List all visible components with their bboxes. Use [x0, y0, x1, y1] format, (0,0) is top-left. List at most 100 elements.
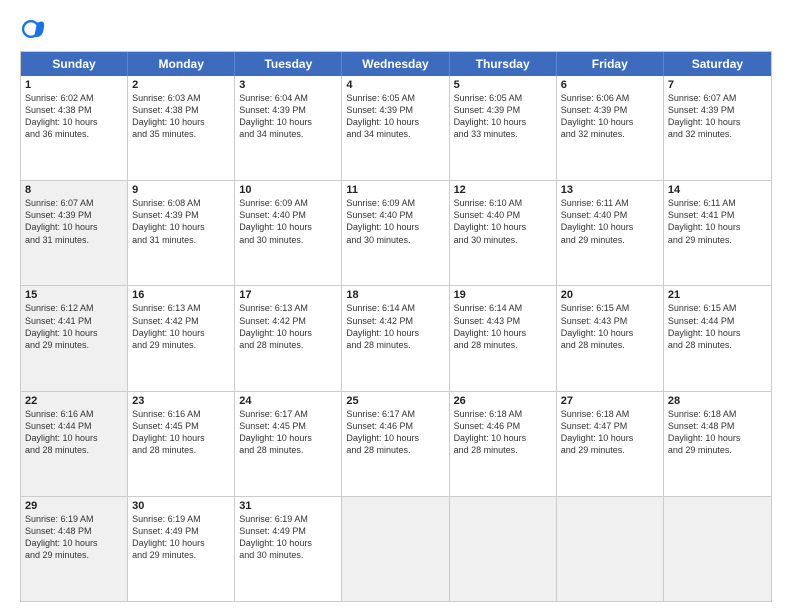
calendar-row: 8 Sunrise: 6:07 AMSunset: 4:39 PMDaylight… — [21, 180, 771, 285]
calendar-cell — [342, 497, 449, 601]
header-day-monday: Monday — [128, 52, 235, 76]
calendar-cell-4: 4 Sunrise: 6:05 AMSunset: 4:39 PMDaylight… — [342, 76, 449, 180]
day-number: 29 — [25, 500, 123, 512]
calendar-cell: 27 Sunrise: 6:18 AMSunset: 4:47 PMDayligh… — [557, 392, 664, 496]
calendar-cell: 20 Sunrise: 6:15 AMSunset: 4:43 PMDayligh… — [557, 286, 664, 390]
calendar-cell: 14Sunrise: 6:11 AMSunset: 4:41 PMDayligh… — [664, 181, 771, 285]
cell-info: Sunrise: 6:11 AMSunset: 4:40 PMDaylight:… — [561, 198, 634, 244]
calendar-cell: 13 Sunrise: 6:11 AMSunset: 4:40 PMDayligh… — [557, 181, 664, 285]
calendar-row: 1Sunrise: 6:02 AMSunset: 4:38 PMDaylight… — [21, 76, 771, 180]
calendar-cell: 12 Sunrise: 6:10 AMSunset: 4:40 PMDayligh… — [450, 181, 557, 285]
cell-info: Sunrise: 6:16 AMSunset: 4:45 PMDaylight:… — [132, 409, 205, 455]
calendar-cell: 23Sunrise: 6:16 AMSunset: 4:45 PMDayligh… — [128, 392, 235, 496]
day-number: 28 — [668, 395, 767, 407]
day-number: 26 — [454, 395, 552, 407]
logo-icon — [20, 15, 48, 43]
day-number: 1 — [25, 79, 123, 91]
calendar-cell-1: 1Sunrise: 6:02 AMSunset: 4:38 PMDaylight… — [21, 76, 128, 180]
cell-info: Sunrise: 6:07 AMSunset: 4:39 PMDaylight:… — [25, 198, 98, 244]
day-number: 18 — [346, 289, 444, 301]
day-number: 20 — [561, 289, 659, 301]
calendar-cell: 10 Sunrise: 6:09 AMSunset: 4:40 PMDayligh… — [235, 181, 342, 285]
cell-info: Sunrise: 6:15 AMSunset: 4:43 PMDaylight:… — [561, 303, 634, 349]
calendar-cell-5: 5 Sunrise: 6:05 AMSunset: 4:39 PMDaylight… — [450, 76, 557, 180]
cell-info: Sunrise: 6:10 AMSunset: 4:40 PMDaylight:… — [454, 198, 527, 244]
calendar-cell — [450, 497, 557, 601]
day-number: 22 — [25, 395, 123, 407]
calendar-cell-3: 3 Sunrise: 6:04 AMSunset: 4:39 PMDaylight… — [235, 76, 342, 180]
calendar-row: 15 Sunrise: 6:12 AMSunset: 4:41 PMDayligh… — [21, 285, 771, 390]
calendar-cell: 22Sunrise: 6:16 AMSunset: 4:44 PMDayligh… — [21, 392, 128, 496]
cell-info: Sunrise: 6:17 AMSunset: 4:46 PMDaylight:… — [346, 409, 419, 455]
cell-info: Sunrise: 6:14 AMSunset: 4:42 PMDaylight:… — [346, 303, 419, 349]
day-number: 13 — [561, 184, 659, 196]
day-number: 11 — [346, 184, 444, 196]
day-number: 4 — [346, 79, 444, 91]
calendar-cell: 18 Sunrise: 6:14 AMSunset: 4:42 PMDayligh… — [342, 286, 449, 390]
calendar-cell: 19 Sunrise: 6:14 AMSunset: 4:43 PMDayligh… — [450, 286, 557, 390]
calendar-cell: 31 Sunrise: 6:19 AMSunset: 4:49 PMDayligh… — [235, 497, 342, 601]
cell-info: Sunrise: 6:05 AMSunset: 4:39 PMDaylight:… — [454, 93, 527, 139]
day-number: 15 — [25, 289, 123, 301]
day-number: 3 — [239, 79, 337, 91]
cell-info: Sunrise: 6:07 AMSunset: 4:39 PMDaylight:… — [668, 93, 741, 139]
calendar-cell: 11 Sunrise: 6:09 AMSunset: 4:40 PMDayligh… — [342, 181, 449, 285]
cell-info: Sunrise: 6:09 AMSunset: 4:40 PMDaylight:… — [239, 198, 312, 244]
calendar-cell: 25 Sunrise: 6:17 AMSunset: 4:46 PMDayligh… — [342, 392, 449, 496]
calendar-cell: 28 Sunrise: 6:18 AMSunset: 4:48 PMDayligh… — [664, 392, 771, 496]
day-number: 21 — [668, 289, 767, 301]
day-number: 8 — [25, 184, 123, 196]
calendar-cell-2: 2 Sunrise: 6:03 AMSunset: 4:38 PMDaylight… — [128, 76, 235, 180]
cell-info: Sunrise: 6:19 AMSunset: 4:49 PMDaylight:… — [132, 514, 205, 560]
cell-info: Sunrise: 6:06 AMSunset: 4:39 PMDaylight:… — [561, 93, 634, 139]
cell-info: Sunrise: 6:03 AMSunset: 4:38 PMDaylight:… — [132, 93, 205, 139]
day-number: 14 — [668, 184, 767, 196]
day-number: 2 — [132, 79, 230, 91]
cell-info: Sunrise: 6:09 AMSunset: 4:40 PMDaylight:… — [346, 198, 419, 244]
cell-info: Sunrise: 6:19 AMSunset: 4:49 PMDaylight:… — [239, 514, 312, 560]
day-number: 25 — [346, 395, 444, 407]
cell-info: Sunrise: 6:18 AMSunset: 4:48 PMDaylight:… — [668, 409, 741, 455]
calendar-cell: 24Sunrise: 6:17 AMSunset: 4:45 PMDayligh… — [235, 392, 342, 496]
calendar-cell: 17 Sunrise: 6:13 AMSunset: 4:42 PMDayligh… — [235, 286, 342, 390]
cell-info: Sunrise: 6:04 AMSunset: 4:39 PMDaylight:… — [239, 93, 312, 139]
calendar-cell-7: 7Sunrise: 6:07 AMSunset: 4:39 PMDaylight… — [664, 76, 771, 180]
day-number: 6 — [561, 79, 659, 91]
cell-info: Sunrise: 6:13 AMSunset: 4:42 PMDaylight:… — [132, 303, 205, 349]
header-day-thursday: Thursday — [450, 52, 557, 76]
calendar-row: 22Sunrise: 6:16 AMSunset: 4:44 PMDayligh… — [21, 391, 771, 496]
cell-info: Sunrise: 6:14 AMSunset: 4:43 PMDaylight:… — [454, 303, 527, 349]
calendar-cell: 8 Sunrise: 6:07 AMSunset: 4:39 PMDaylight… — [21, 181, 128, 285]
cell-info: Sunrise: 6:05 AMSunset: 4:39 PMDaylight:… — [346, 93, 419, 139]
calendar-cell — [664, 497, 771, 601]
day-number: 16 — [132, 289, 230, 301]
header — [20, 15, 772, 43]
day-number: 12 — [454, 184, 552, 196]
day-number: 5 — [454, 79, 552, 91]
page: SundayMondayTuesdayWednesdayThursdayFrid… — [0, 0, 792, 612]
calendar-cell: 29Sunrise: 6:19 AMSunset: 4:48 PMDayligh… — [21, 497, 128, 601]
day-number: 17 — [239, 289, 337, 301]
header-day-tuesday: Tuesday — [235, 52, 342, 76]
cell-info: Sunrise: 6:17 AMSunset: 4:45 PMDaylight:… — [239, 409, 312, 455]
calendar: SundayMondayTuesdayWednesdayThursdayFrid… — [20, 51, 772, 602]
day-number: 9 — [132, 184, 230, 196]
cell-info: Sunrise: 6:13 AMSunset: 4:42 PMDaylight:… — [239, 303, 312, 349]
calendar-cell: 9 Sunrise: 6:08 AMSunset: 4:39 PMDaylight… — [128, 181, 235, 285]
header-day-saturday: Saturday — [664, 52, 771, 76]
header-day-friday: Friday — [557, 52, 664, 76]
day-number: 19 — [454, 289, 552, 301]
day-number: 27 — [561, 395, 659, 407]
cell-info: Sunrise: 6:08 AMSunset: 4:39 PMDaylight:… — [132, 198, 205, 244]
calendar-cell — [557, 497, 664, 601]
day-number: 31 — [239, 500, 337, 512]
day-number: 10 — [239, 184, 337, 196]
logo — [20, 15, 52, 43]
calendar-cell-6: 6 Sunrise: 6:06 AMSunset: 4:39 PMDaylight… — [557, 76, 664, 180]
calendar-cell: 21Sunrise: 6:15 AMSunset: 4:44 PMDayligh… — [664, 286, 771, 390]
calendar-header: SundayMondayTuesdayWednesdayThursdayFrid… — [21, 52, 771, 76]
cell-info: Sunrise: 6:12 AMSunset: 4:41 PMDaylight:… — [25, 303, 98, 349]
calendar-row: 29Sunrise: 6:19 AMSunset: 4:48 PMDayligh… — [21, 496, 771, 601]
cell-info: Sunrise: 6:18 AMSunset: 4:47 PMDaylight:… — [561, 409, 634, 455]
calendar-cell: 30Sunrise: 6:19 AMSunset: 4:49 PMDayligh… — [128, 497, 235, 601]
